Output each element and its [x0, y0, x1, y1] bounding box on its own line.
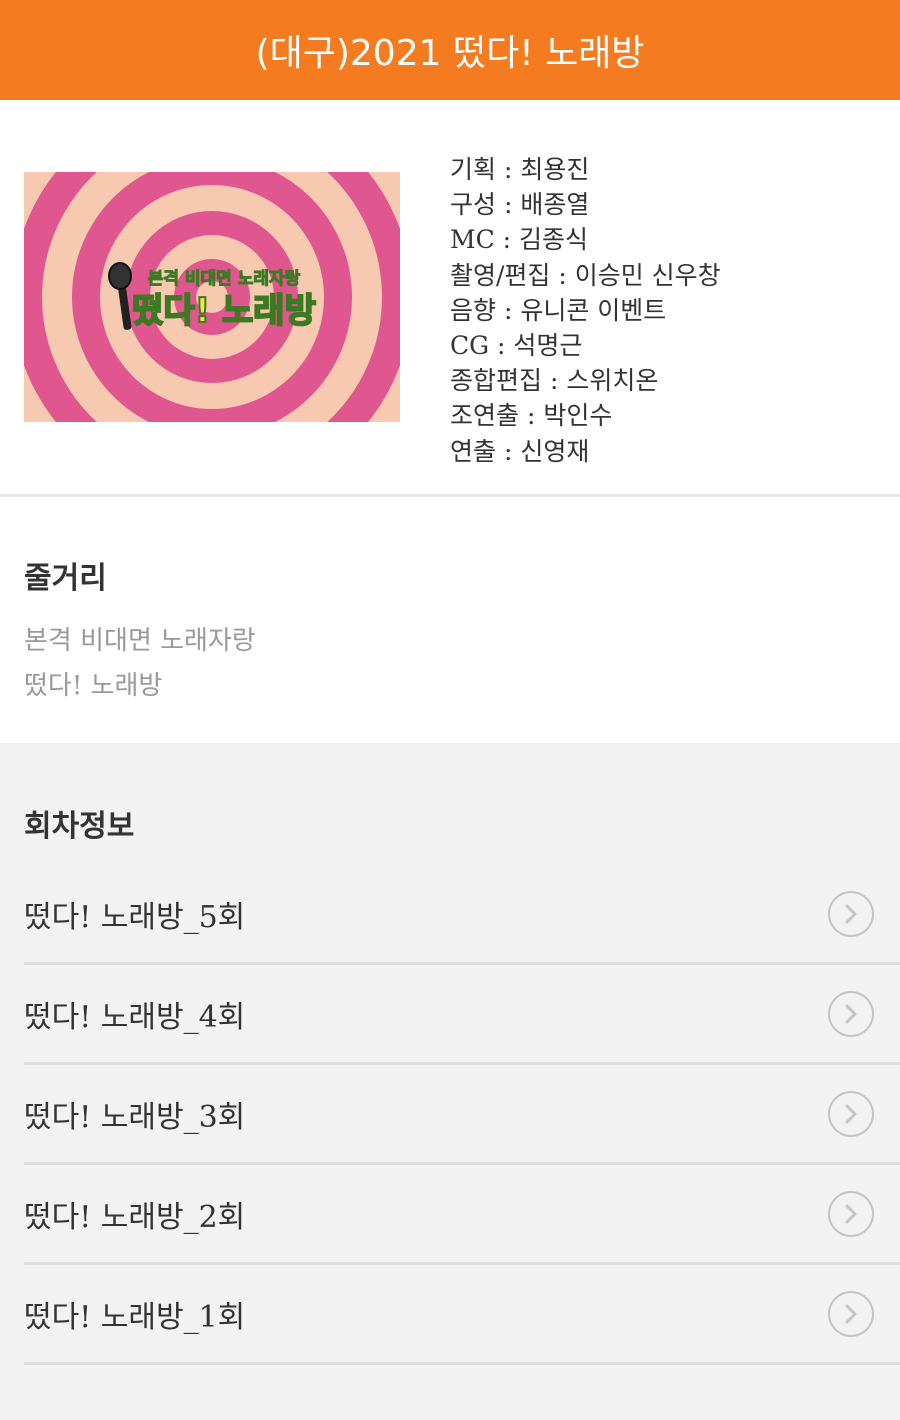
credit-line: 기획 : 최용진 [450, 155, 590, 184]
chevron-right-icon[interactable] [828, 890, 874, 937]
program-info: 본격 비대면 노래자랑 떴다! 노래방 기획 : 최용진 구성 : 배종열 MC… [0, 100, 900, 497]
credit-line: 종합편집 : 스위치온 [450, 366, 659, 396]
credit-line: 연출 : 신영재 [450, 436, 590, 466]
chevron-right-icon[interactable] [828, 1090, 874, 1137]
episode-item-5[interactable]: 떴다! 노래방_5회 [24, 865, 900, 965]
chevron-right-icon[interactable] [828, 990, 874, 1037]
credit-line: 조연출 : 박인수 [450, 401, 613, 431]
episode-item-1[interactable]: 떴다! 노래방_1회 [24, 1265, 900, 1365]
poster-subtitle: 본격 비대면 노래자랑 [148, 269, 301, 289]
synopsis-line: 본격 비대면 노래자랑 [24, 626, 256, 656]
synopsis-section: 줄거리 본격 비대면 노래자랑 떴다! 노래방 [0, 497, 900, 743]
synopsis-title: 줄거리 [24, 561, 107, 596]
synopsis-line: 떴다! 노래방 [24, 671, 163, 701]
episode-list: 떴다! 노래방_5회 떴다! 노래방_4회 떴다! 노래방_3회 떴다! 노래방… [24, 865, 900, 1365]
chevron-right-icon[interactable] [828, 1190, 874, 1237]
episode-label: 떴다! 노래방_3회 [24, 1099, 246, 1135]
app-header: (대구)2021 떴다! 노래방 [0, 0, 900, 100]
episode-item-2[interactable]: 떴다! 노래방_2회 [24, 1165, 900, 1265]
poster-title: 떴다! 노래방 [132, 291, 316, 331]
episode-item-4[interactable]: 떴다! 노래방_4회 [24, 965, 900, 1065]
episode-label: 떴다! 노래방_5회 [24, 899, 246, 935]
program-poster: 본격 비대면 노래자랑 떴다! 노래방 [24, 172, 400, 422]
episodes-section: 회차정보 떴다! 노래방_5회 떴다! 노래방_4회 떴다! 노래방_3회 떴다… [0, 743, 900, 1420]
page-title: (대구)2021 떴다! 노래방 [255, 33, 645, 74]
poster-image: 본격 비대면 노래자랑 떴다! 노래방 [24, 172, 400, 422]
episode-label: 떴다! 노래방_2회 [24, 1199, 246, 1235]
credit-line: MC : 김종식 [450, 225, 589, 255]
credits-list: 기획 : 최용진 구성 : 배종열 MC : 김종식 촬영/편집 : 이승민 신… [450, 152, 721, 469]
episode-label: 떴다! 노래방_1회 [24, 1299, 246, 1335]
synopsis-body: 본격 비대면 노래자랑 떴다! 노래방 [24, 619, 256, 709]
episode-label: 떴다! 노래방_4회 [24, 999, 246, 1035]
episode-item-3[interactable]: 떴다! 노래방_3회 [24, 1065, 900, 1165]
chevron-right-icon[interactable] [828, 1290, 874, 1337]
credit-line: 구성 : 배종열 [450, 190, 590, 220]
credit-line: 촬영/편집 : 이승민 신우창 [450, 260, 721, 290]
episodes-title: 회차정보 [24, 809, 135, 844]
credit-line: 음향 : 유니콘 이벤트 [450, 295, 667, 325]
credit-line: CG : 석명근 [450, 331, 583, 361]
